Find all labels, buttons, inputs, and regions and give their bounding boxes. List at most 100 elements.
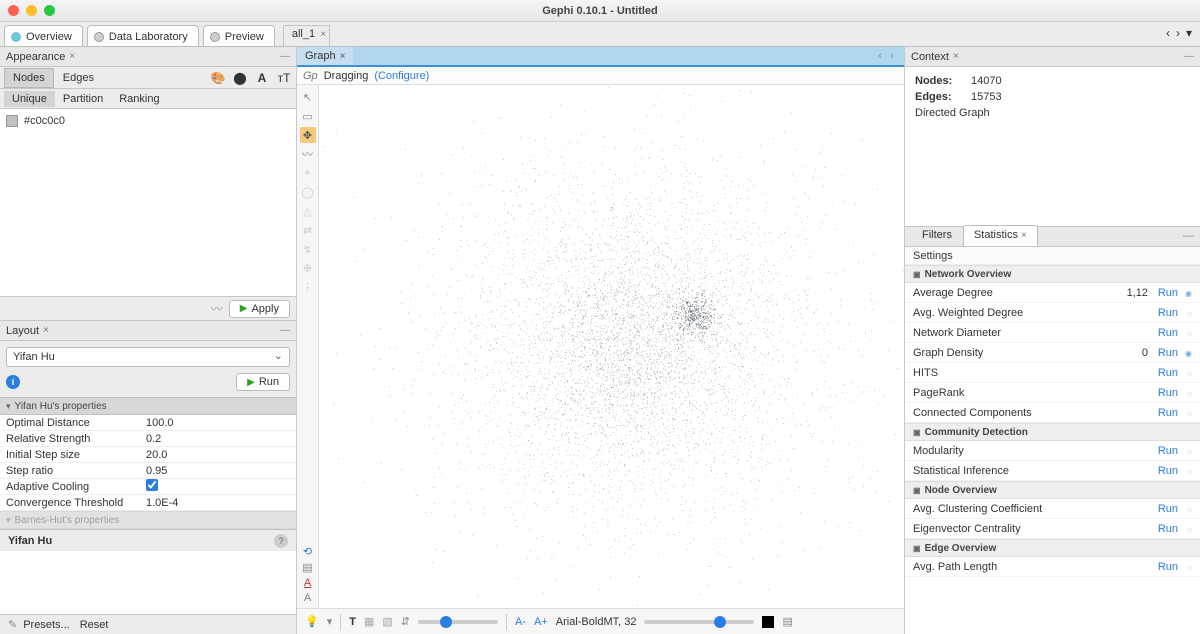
- lasso-tool-icon[interactable]: 〰: [300, 146, 316, 162]
- drag-tool-icon[interactable]: ✥: [300, 127, 316, 143]
- rect-select-tool-icon[interactable]: ▭: [300, 108, 316, 124]
- info-icon[interactable]: [1178, 561, 1192, 573]
- statistics-tab[interactable]: Statistics×: [963, 225, 1038, 246]
- minimize-icon[interactable]: —: [1183, 230, 1200, 246]
- info-icon[interactable]: [1178, 465, 1192, 477]
- chevron-right-icon[interactable]: ›: [890, 50, 894, 62]
- run-button[interactable]: Run: [1148, 407, 1178, 419]
- label-size-transform-icon[interactable]: тT: [276, 71, 292, 85]
- edit-tool-icon[interactable]: ⋮: [300, 279, 316, 295]
- stat-section-header[interactable]: Community Detection: [905, 423, 1200, 441]
- layout-prop-row[interactable]: Adaptive Cooling: [0, 479, 296, 495]
- info-icon[interactable]: i: [6, 375, 20, 389]
- tab-unique[interactable]: Unique: [4, 91, 55, 107]
- reset-colors-icon[interactable]: ▤: [302, 561, 312, 574]
- reset-button[interactable]: Reset: [80, 619, 109, 631]
- graph-tab[interactable]: Graph×: [297, 47, 353, 67]
- run-button[interactable]: Run: [1148, 465, 1178, 477]
- perspective-preview[interactable]: Preview: [203, 25, 275, 46]
- next-tab-icon[interactable]: ›: [1176, 26, 1180, 46]
- heatmap-tool-icon[interactable]: ❉: [300, 260, 316, 276]
- settings-dropdown-icon[interactable]: ▾: [327, 615, 333, 628]
- filters-tab[interactable]: Filters: [911, 225, 963, 246]
- info-icon[interactable]: [1178, 407, 1192, 419]
- perspective-data-laboratory[interactable]: Data Laboratory: [87, 25, 199, 46]
- layout-prop-row[interactable]: Convergence Threshold1.0E-4: [0, 495, 296, 511]
- presets-button[interactable]: Presets...: [23, 619, 69, 631]
- font-size-minus[interactable]: A-: [515, 616, 526, 628]
- prop-value[interactable]: [146, 479, 290, 494]
- graph-canvas[interactable]: [319, 85, 904, 608]
- tab-menu-icon[interactable]: ▾: [1186, 26, 1192, 46]
- tab-ranking[interactable]: Ranking: [111, 91, 167, 107]
- run-button[interactable]: Run: [1148, 367, 1178, 379]
- node-pencil-tool-icon[interactable]: △: [300, 203, 316, 219]
- show-edge-labels-icon[interactable]: ▧: [382, 615, 392, 628]
- attributes-icon[interactable]: ▤: [782, 615, 792, 628]
- color-transform-icon[interactable]: 🎨: [210, 71, 226, 85]
- edge-pencil-tool-icon[interactable]: ⇄: [300, 222, 316, 238]
- close-icon[interactable]: ×: [320, 29, 326, 40]
- run-button[interactable]: Run: [1148, 307, 1178, 319]
- tab-edges[interactable]: Edges: [54, 68, 103, 88]
- prop-value[interactable]: 20.0: [146, 449, 290, 461]
- layout-algorithm-select[interactable]: Yifan Hu: [6, 347, 290, 367]
- minimize-icon[interactable]: —: [280, 51, 290, 62]
- close-icon[interactable]: ×: [1021, 230, 1027, 241]
- info-icon[interactable]: [1178, 503, 1192, 515]
- layout-props-header[interactable]: Yifan Hu's properties: [0, 397, 296, 415]
- prop-value[interactable]: 0.95: [146, 465, 290, 477]
- edge-weight-icon[interactable]: ⇵: [401, 615, 410, 628]
- layout-props-header-2[interactable]: Barnes-Hut's properties: [0, 511, 296, 529]
- info-icon[interactable]: [1178, 347, 1192, 359]
- tab-nodes[interactable]: Nodes: [4, 68, 54, 88]
- layout-prop-row[interactable]: Initial Step size20.0: [0, 447, 296, 463]
- label-size-slider[interactable]: [644, 620, 754, 624]
- show-node-labels-icon[interactable]: ▦: [364, 615, 374, 628]
- close-icon[interactable]: ×: [69, 51, 75, 62]
- perspective-overview[interactable]: Overview: [4, 25, 83, 46]
- font-name-label[interactable]: Arial-BoldMT, 32: [556, 616, 637, 628]
- prop-value[interactable]: 1.0E-4: [146, 497, 290, 509]
- font-size-plus[interactable]: A+: [534, 616, 548, 628]
- chevron-left-icon[interactable]: ‹: [878, 50, 882, 62]
- brush-tool-icon[interactable]: ⌖: [300, 165, 316, 181]
- run-button[interactable]: Run: [1148, 387, 1178, 399]
- reset-label-size-icon[interactable]: A: [304, 592, 311, 604]
- label-color-transform-icon[interactable]: A: [254, 71, 270, 85]
- run-layout-button[interactable]: ▶Run: [236, 373, 290, 391]
- center-graph-icon[interactable]: ⟲: [303, 545, 312, 558]
- prop-value[interactable]: 0.2: [146, 433, 290, 445]
- reset-label-color-icon[interactable]: A: [304, 577, 311, 589]
- prop-checkbox[interactable]: [146, 479, 158, 491]
- prev-tab-icon[interactable]: ‹: [1166, 26, 1170, 46]
- info-icon[interactable]: [1178, 523, 1192, 535]
- layout-prop-row[interactable]: Relative Strength0.2: [0, 431, 296, 447]
- minimize-icon[interactable]: —: [280, 325, 290, 336]
- run-button[interactable]: Run: [1148, 523, 1178, 535]
- info-icon[interactable]: [1178, 287, 1192, 299]
- show-labels-icon[interactable]: T: [349, 616, 356, 628]
- stat-section-header[interactable]: Network Overview: [905, 265, 1200, 283]
- statistics-settings[interactable]: Settings: [905, 247, 1200, 265]
- layout-prop-row[interactable]: Optimal Distance100.0: [0, 415, 296, 431]
- run-button[interactable]: Run: [1148, 561, 1178, 573]
- size-transform-icon[interactable]: ⬤: [232, 71, 248, 85]
- run-button[interactable]: Run: [1148, 327, 1178, 339]
- label-color-swatch[interactable]: [762, 616, 774, 628]
- close-icon[interactable]: ×: [340, 51, 346, 62]
- run-button[interactable]: Run: [1148, 287, 1178, 299]
- configure-link[interactable]: (Configure): [374, 70, 429, 82]
- color-swatch[interactable]: [6, 115, 18, 127]
- run-button[interactable]: Run: [1148, 445, 1178, 457]
- close-icon[interactable]: ×: [953, 51, 959, 62]
- run-button[interactable]: Run: [1148, 347, 1178, 359]
- workspace-tab[interactable]: all_1×: [283, 25, 330, 46]
- close-icon[interactable]: ×: [43, 325, 49, 336]
- shortest-path-tool-icon[interactable]: ↯: [300, 241, 316, 257]
- minimize-icon[interactable]: —: [1184, 51, 1194, 62]
- pointer-tool-icon[interactable]: ↖: [300, 89, 316, 105]
- stat-section-header[interactable]: Node Overview: [905, 481, 1200, 499]
- layout-prop-row[interactable]: Step ratio0.95: [0, 463, 296, 479]
- tab-partition[interactable]: Partition: [55, 91, 111, 107]
